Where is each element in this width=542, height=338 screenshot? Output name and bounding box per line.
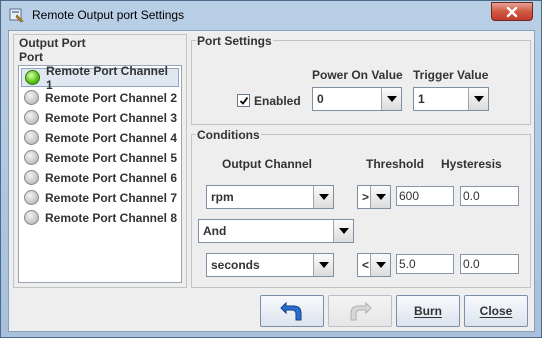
undo-icon [280, 301, 302, 321]
port-item-label: Remote Port Channel 7 [45, 190, 178, 205]
conditions-group: Conditions Output Channel Threshold Hyst… [191, 128, 531, 288]
chevron-down-icon[interactable] [468, 88, 488, 110]
power-on-value: 0 [317, 92, 324, 106]
close-icon [506, 6, 518, 17]
port-item-label: Remote Port Channel 8 [45, 210, 178, 225]
port-item-label: Remote Port Channel 5 [45, 150, 178, 165]
chevron-down-icon[interactable] [370, 254, 390, 276]
status-led-icon [24, 110, 39, 125]
threshold-column-label: Threshold [366, 157, 425, 171]
trigger-value-select[interactable]: 1 [413, 87, 489, 111]
enabled-checkbox[interactable] [237, 94, 250, 107]
status-led-icon [24, 170, 39, 185]
port-item-label: Remote Port Channel 3 [45, 110, 178, 125]
close-button-label: Close [479, 304, 513, 318]
chevron-down-icon[interactable] [381, 88, 401, 110]
undo-button[interactable] [260, 295, 324, 327]
output-channel-column-label: Output Channel [222, 157, 312, 171]
enabled-label: Enabled [254, 94, 301, 108]
chevron-down-icon[interactable] [313, 254, 333, 276]
port-item-label: Remote Port Channel 2 [45, 90, 178, 105]
port-list[interactable]: Remote Port Channel 1 Remote Port Channe… [18, 64, 182, 283]
status-led-icon [24, 150, 39, 165]
chevron-down-icon[interactable] [333, 220, 353, 242]
status-led-icon [24, 210, 39, 225]
dialog-window: Remote Output port Settings Output Port … [0, 0, 542, 338]
title-bar[interactable]: Remote Output port Settings [1, 1, 541, 29]
output-port-title: Output Port [18, 36, 87, 50]
close-button[interactable]: Close [464, 295, 528, 327]
power-on-value-select[interactable]: 0 [312, 87, 402, 111]
status-led-icon [24, 90, 39, 105]
trigger-value-label: Trigger Value [413, 68, 489, 82]
port-settings-group: Port Settings Power On Value Trigger Val… [191, 34, 531, 125]
hysteresis-column-label: Hysteresis [441, 157, 502, 171]
output-port-group: Output Port Port Remote Port Channel 1 R… [13, 34, 187, 288]
chevron-down-icon[interactable] [370, 186, 390, 208]
port-item-channel-2[interactable]: Remote Port Channel 2 [21, 88, 179, 107]
port-list-header: Port [18, 50, 44, 64]
redo-button[interactable] [328, 295, 392, 327]
port-item-channel-5[interactable]: Remote Port Channel 5 [21, 148, 179, 167]
redo-icon [350, 301, 372, 321]
checkmark-icon [239, 96, 248, 105]
condition2-operator-value: < [362, 258, 370, 272]
port-item-channel-3[interactable]: Remote Port Channel 3 [21, 108, 179, 127]
port-settings-title: Port Settings [196, 34, 273, 48]
chevron-down-icon[interactable] [313, 186, 333, 208]
port-item-channel-6[interactable]: Remote Port Channel 6 [21, 168, 179, 187]
port-item-label: Remote Port Channel 6 [45, 170, 178, 185]
window-title: Remote Output port Settings [32, 8, 185, 22]
condition1-hysteresis-field[interactable]: 0.0 [460, 186, 519, 206]
dialog-content: Output Port Port Remote Port Channel 1 R… [8, 30, 535, 332]
condition-logic-value: And [203, 224, 227, 238]
status-led-icon [24, 130, 39, 145]
condition1-channel-select[interactable]: rpm [206, 185, 334, 209]
condition1-threshold-field[interactable]: 600 [396, 186, 454, 206]
port-item-channel-8[interactable]: Remote Port Channel 8 [21, 208, 179, 227]
port-item-channel-7[interactable]: Remote Port Channel 7 [21, 188, 179, 207]
window-close-button[interactable] [491, 2, 533, 21]
app-icon [9, 8, 24, 23]
burn-button[interactable]: Burn [396, 295, 460, 327]
power-on-value-label: Power On Value [312, 68, 403, 82]
condition1-channel-value: rpm [211, 190, 234, 204]
condition1-operator-value: > [362, 190, 370, 204]
condition2-operator-select[interactable]: < [357, 253, 391, 277]
port-item-channel-4[interactable]: Remote Port Channel 4 [21, 128, 179, 147]
status-led-icon [24, 190, 39, 205]
port-item-label: Remote Port Channel 4 [45, 130, 178, 145]
condition2-threshold-field[interactable]: 5.0 [396, 254, 454, 274]
condition1-operator-select[interactable]: > [357, 185, 391, 209]
conditions-title: Conditions [196, 128, 261, 142]
port-item-channel-1[interactable]: Remote Port Channel 1 [21, 64, 179, 92]
trigger-value: 1 [418, 92, 425, 106]
burn-button-label: Burn [414, 304, 442, 318]
status-led-icon [25, 70, 40, 85]
condition2-channel-value: seconds [211, 258, 260, 272]
condition2-hysteresis-field[interactable]: 0.0 [460, 254, 519, 274]
condition-logic-select[interactable]: And [198, 219, 354, 243]
condition2-channel-select[interactable]: seconds [206, 253, 334, 277]
